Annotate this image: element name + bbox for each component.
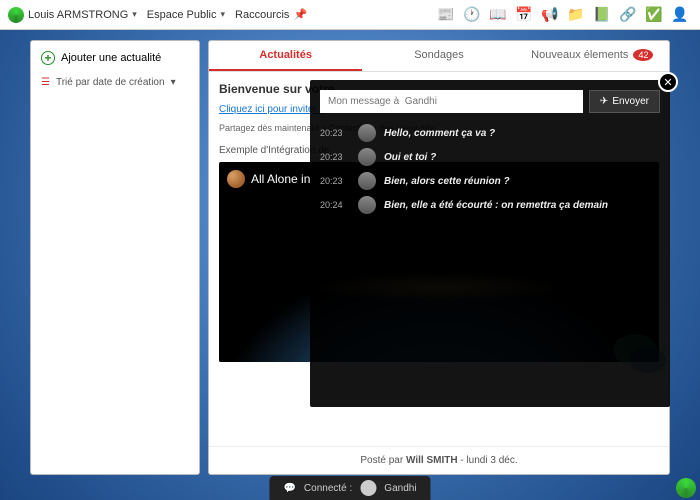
shortcuts-label: Raccourcis [235,9,289,21]
planet-icon [227,170,245,188]
sort-button[interactable]: ☰ Trié par date de création ▾ [37,73,193,92]
message-item: 20:23Oui et toi ? [320,145,660,169]
avatar [358,148,376,166]
sidebar: + Ajouter une actualité ☰ Trié par date … [30,40,200,475]
files-icon[interactable]: 📁 [564,3,588,27]
status-label: Connecté : [304,483,352,494]
tab-news[interactable]: Actualités [209,41,362,71]
tabs: Actualités Sondages Nouveaux élements 42 [209,41,669,72]
avatar [358,172,376,190]
status-icon: 💬 [283,483,295,494]
status-name: Gandhi [384,483,416,494]
message-item: 20:23Bien, alors cette réunion ? [320,169,660,193]
tab-new-items[interactable]: Nouveaux élements 42 [516,41,669,71]
feed-icon[interactable]: 📰 [434,3,458,27]
clock-icon[interactable]: 🕐 [460,3,484,27]
statusbar[interactable]: 💬 Connecté : Gandhi [269,476,430,500]
avatar [358,196,376,214]
send-button[interactable]: ✈Envoyer [589,90,660,113]
book-icon[interactable]: 📖 [486,3,510,27]
sort-icon: ☰ [41,77,50,88]
chat-spacer [320,217,660,397]
message-item: 20:23Hello, comment ça va ? [320,121,660,145]
space-label: Espace Public [147,9,217,21]
contacts-icon[interactable]: 📗 [590,3,614,27]
message-input[interactable] [320,90,583,113]
chevron-down-icon: ▾ [221,9,226,20]
chat-input-row: ✈Envoyer [320,90,660,113]
announce-icon[interactable]: 📢 [538,3,562,27]
link-icon[interactable]: 🔗 [616,3,640,27]
badge-count: 42 [633,49,653,61]
logo-icon [8,7,24,23]
corner-logo-icon [676,478,696,498]
user-menu[interactable]: Louis ARMSTRONG ▾ [8,7,137,23]
avatar [358,124,376,142]
space-menu[interactable]: Espace Public ▾ [147,9,225,21]
shortcuts-menu[interactable]: Raccourcis 📌 [235,8,307,21]
add-news-label: Ajouter une actualité [61,52,161,64]
chat-icon[interactable]: 👤 [668,3,692,27]
tab-polls[interactable]: Sondages [362,41,515,71]
plus-icon: + [41,51,55,65]
messages-list: 20:23Hello, comment ça va ? 20:23Oui et … [320,121,660,217]
user-name: Louis ARMSTRONG [28,9,128,21]
author-name: Will SMITH [406,455,458,466]
toolbar-icons: 📰 🕐 📖 📅 📢 📁 📗 🔗 ✅ 👤 [434,3,692,27]
message-item: 20:24Bien, elle a été écourté : on remet… [320,193,660,217]
status-avatar [360,480,376,496]
chat-overlay: ✕ ✈Envoyer 20:23Hello, comment ça va ? 2… [310,80,670,407]
topbar: Louis ARMSTRONG ▾ Espace Public ▾ Raccou… [0,0,700,30]
send-icon: ✈ [600,96,608,107]
add-news-button[interactable]: + Ajouter une actualité [37,47,193,69]
posted-by: Posté par Will SMITH - lundi 3 déc. [209,446,669,474]
close-button[interactable]: ✕ [658,72,678,92]
pin-icon: 📌 [293,8,307,21]
calendar-icon[interactable]: 📅 [512,3,536,27]
chevron-down-icon: ▾ [171,77,176,88]
chevron-down-icon: ▾ [132,9,137,20]
check-icon[interactable]: ✅ [642,3,666,27]
sort-label: Trié par date de création [56,77,165,88]
video-title: All Alone in [227,170,310,188]
